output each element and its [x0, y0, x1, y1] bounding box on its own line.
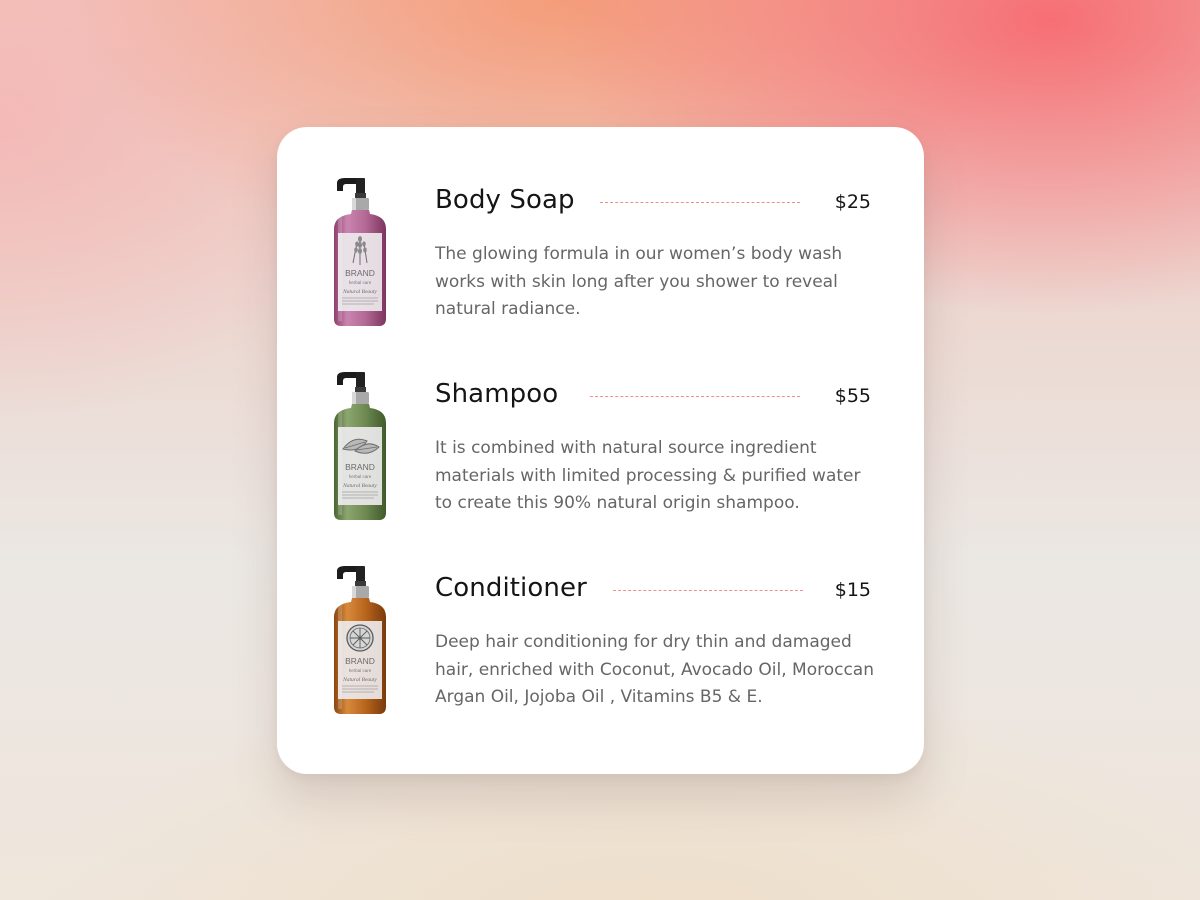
body-soap-bottle-image: BRAND herbal care Natural Beauty — [329, 177, 391, 327]
product-item-body-soap[interactable]: BRAND herbal care Natural Beauty Body So… — [277, 127, 924, 326]
body-soap-label-brand: BRAND — [345, 268, 375, 278]
conditioner-bottle-image: BRAND herbal care Natural Beauty — [329, 565, 391, 715]
conditioner-label-script: Natural Beauty — [342, 677, 377, 683]
product-description: Deep hair conditioning for dry thin and … — [435, 632, 875, 707]
body-soap-label-script: Natural Beauty — [342, 289, 377, 295]
product-price-card: BRAND herbal care Natural Beauty Body So… — [277, 127, 924, 774]
body-soap-label-sub: herbal care — [349, 280, 372, 285]
shampoo-label-sub: herbal care — [349, 474, 372, 479]
product-name: Conditioner — [435, 573, 587, 603]
product-price: $15 — [834, 579, 871, 601]
product-name: Shampoo — [435, 379, 559, 409]
conditioner-label-brand: BRAND — [345, 656, 375, 666]
product-item-shampoo[interactable]: BRAND herbal care Natural Beauty Shampoo… — [277, 321, 924, 520]
shampoo-bottle-image: BRAND herbal care Natural Beauty — [329, 371, 391, 521]
price-leader-line — [590, 396, 800, 397]
product-name: Body Soap — [435, 185, 575, 215]
product-item-conditioner[interactable]: BRAND herbal care Natural Beauty Conditi… — [277, 515, 924, 714]
product-description: It is combined with natural source ingre… — [435, 438, 861, 513]
price-leader-line — [600, 202, 800, 203]
product-price: $25 — [834, 191, 871, 213]
product-price: $55 — [834, 385, 871, 407]
shampoo-label-brand: BRAND — [345, 462, 375, 472]
product-description: The glowing formula in our women’s body … — [435, 244, 843, 319]
shampoo-label-script: Natural Beauty — [342, 483, 377, 489]
price-leader-line — [613, 590, 803, 591]
conditioner-label-sub: herbal care — [349, 668, 372, 673]
